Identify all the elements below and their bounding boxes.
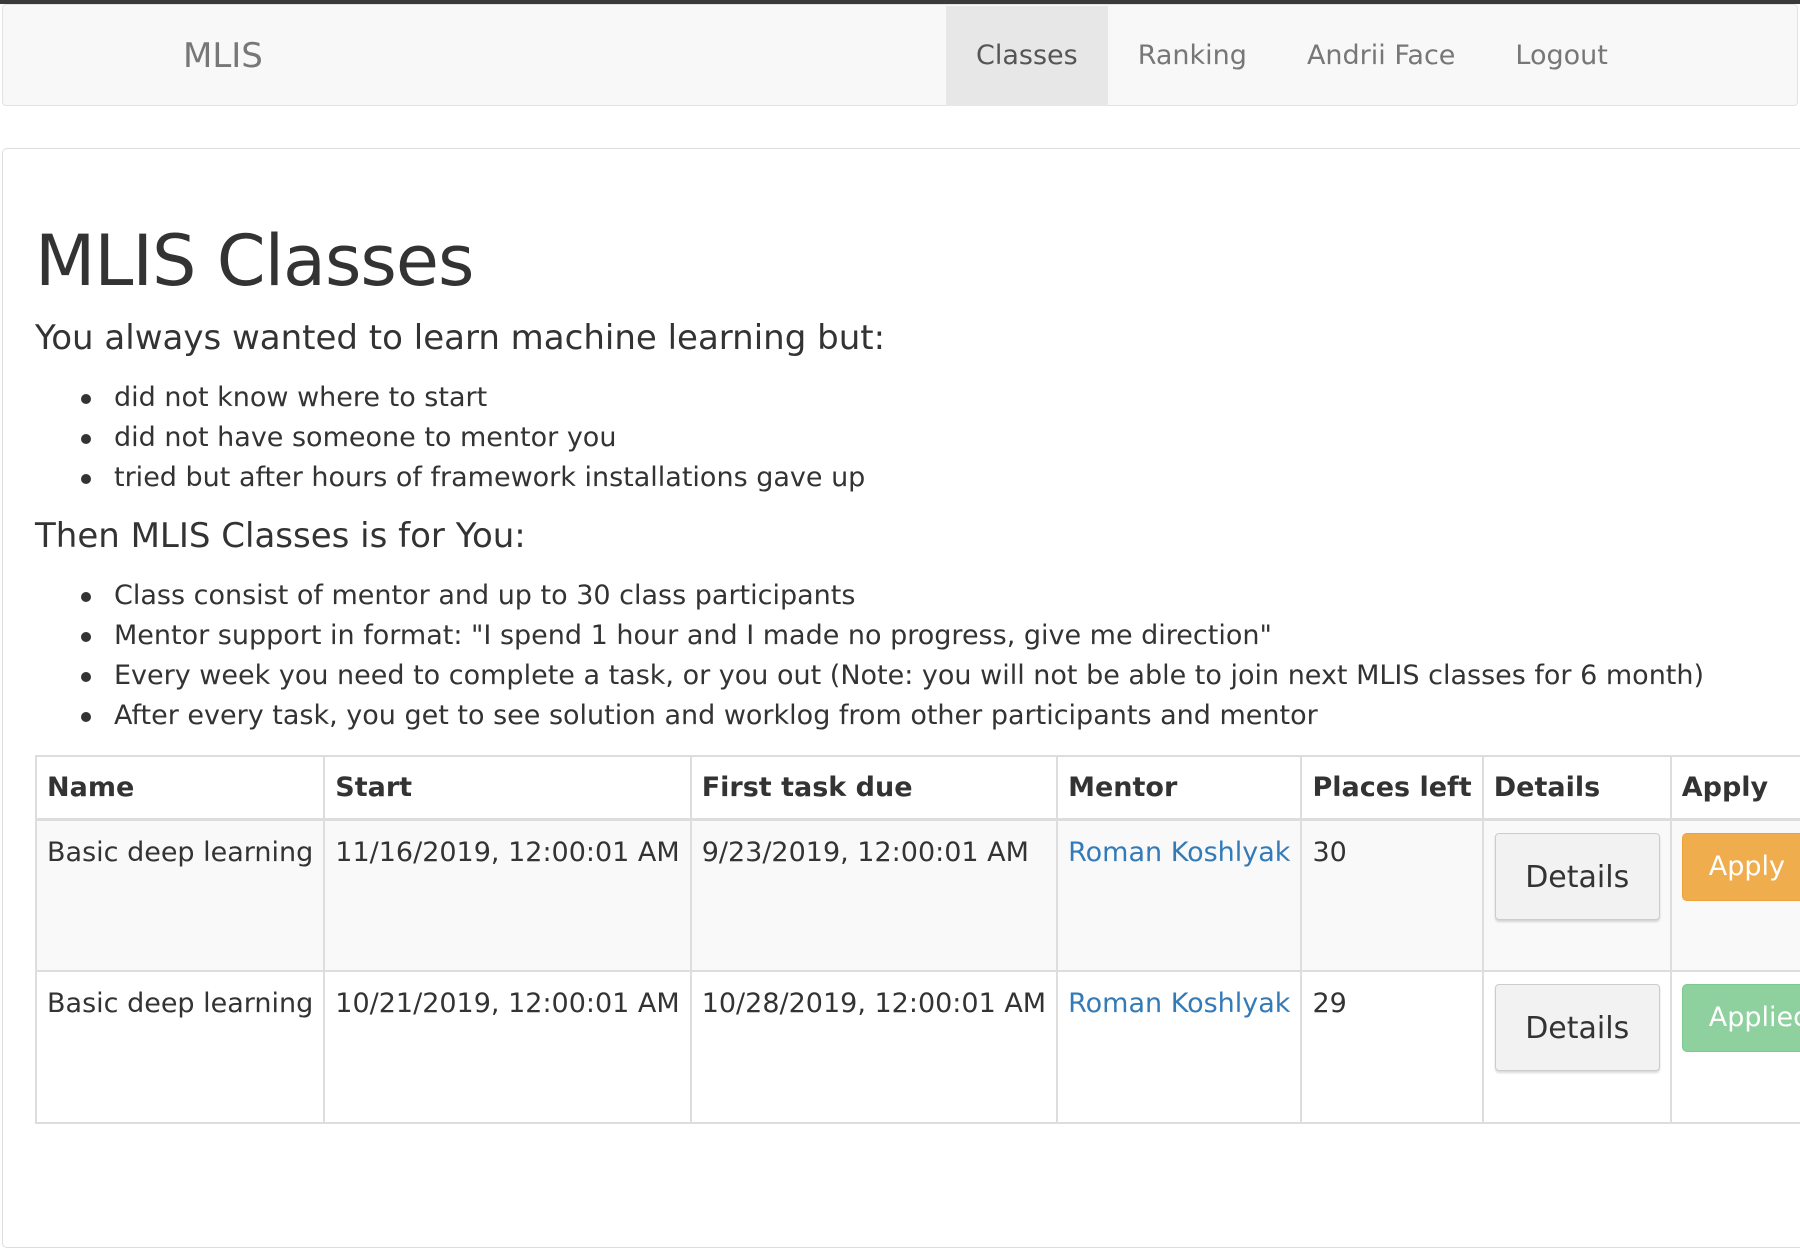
cell-mentor: Roman Koshlyak bbox=[1056, 818, 1303, 972]
cell-name: Basic deep learning bbox=[34, 818, 326, 972]
list-item: did not have someone to mentor you bbox=[80, 418, 865, 458]
cell-places-left: 29 bbox=[1300, 970, 1484, 1124]
offer-list: Class consist of mentor and up to 30 cla… bbox=[35, 576, 1704, 736]
table-row: Basic deep learning 11/16/2019, 12:00:01… bbox=[34, 818, 1800, 972]
cell-apply: Apply bbox=[1669, 818, 1800, 972]
intro-heading: You always wanted to learn machine learn… bbox=[35, 318, 886, 358]
list-item: tried but after hours of framework insta… bbox=[80, 458, 865, 498]
list-item: Every week you need to complete a task, … bbox=[80, 656, 1704, 696]
nav-item-ranking[interactable]: Ranking bbox=[1108, 6, 1277, 106]
cell-apply: Applied bbox=[1669, 970, 1800, 1124]
column-header-apply: Apply bbox=[1669, 755, 1800, 821]
cell-start: 10/21/2019, 12:00:01 AM bbox=[323, 970, 692, 1124]
column-header-details: Details bbox=[1481, 755, 1672, 821]
cell-first-task-due: 10/28/2019, 12:00:01 AM bbox=[689, 970, 1059, 1124]
column-header-first-task-due: First task due bbox=[689, 755, 1059, 821]
cell-start: 11/16/2019, 12:00:01 AM bbox=[323, 818, 692, 972]
page-title: MLIS Classes bbox=[35, 220, 474, 302]
list-item: Mentor support in format: "I spend 1 hou… bbox=[80, 616, 1704, 656]
nav-item-logout[interactable]: Logout bbox=[1485, 6, 1637, 106]
details-button[interactable]: Details bbox=[1494, 832, 1660, 920]
applied-button[interactable]: Applied bbox=[1681, 984, 1800, 1052]
mentor-link[interactable]: Roman Koshlyak bbox=[1068, 837, 1290, 868]
nav-menu: Classes Ranking Andrii Face Logout bbox=[946, 6, 1638, 106]
apply-button[interactable]: Apply bbox=[1681, 832, 1800, 901]
mentor-link[interactable]: Roman Koshlyak bbox=[1068, 988, 1290, 1019]
offer-heading: Then MLIS Classes is for You: bbox=[35, 516, 526, 556]
list-item: Class consist of mentor and up to 30 cla… bbox=[80, 576, 1704, 616]
list-item: After every task, you get to see solutio… bbox=[80, 696, 1704, 736]
navbar: MLIS Classes Ranking Andrii Face Logout bbox=[2, 4, 1798, 106]
cell-details: Details bbox=[1481, 970, 1672, 1124]
cell-name: Basic deep learning bbox=[34, 970, 326, 1124]
nav-item-user-profile[interactable]: Andrii Face bbox=[1277, 6, 1485, 106]
cell-mentor: Roman Koshlyak bbox=[1056, 970, 1303, 1124]
nav-item-classes[interactable]: Classes bbox=[946, 6, 1108, 106]
brand-link[interactable]: MLIS bbox=[183, 5, 263, 107]
details-button[interactable]: Details bbox=[1494, 984, 1660, 1071]
column-header-places-left: Places left bbox=[1300, 755, 1484, 821]
column-header-name: Name bbox=[34, 755, 326, 821]
intro-list: did not know where to start did not have… bbox=[35, 378, 865, 498]
table-header-row: Name Start First task due Mentor Places … bbox=[34, 755, 1800, 821]
list-item: did not know where to start bbox=[80, 378, 865, 418]
table-row: Basic deep learning 10/21/2019, 12:00:01… bbox=[34, 970, 1800, 1124]
classes-table: Name Start First task due Mentor Places … bbox=[34, 755, 1800, 1124]
column-header-start: Start bbox=[323, 755, 692, 821]
column-header-mentor: Mentor bbox=[1056, 755, 1303, 821]
cell-first-task-due: 9/23/2019, 12:00:01 AM bbox=[689, 818, 1059, 972]
cell-details: Details bbox=[1481, 818, 1672, 972]
cell-places-left: 30 bbox=[1300, 818, 1484, 972]
